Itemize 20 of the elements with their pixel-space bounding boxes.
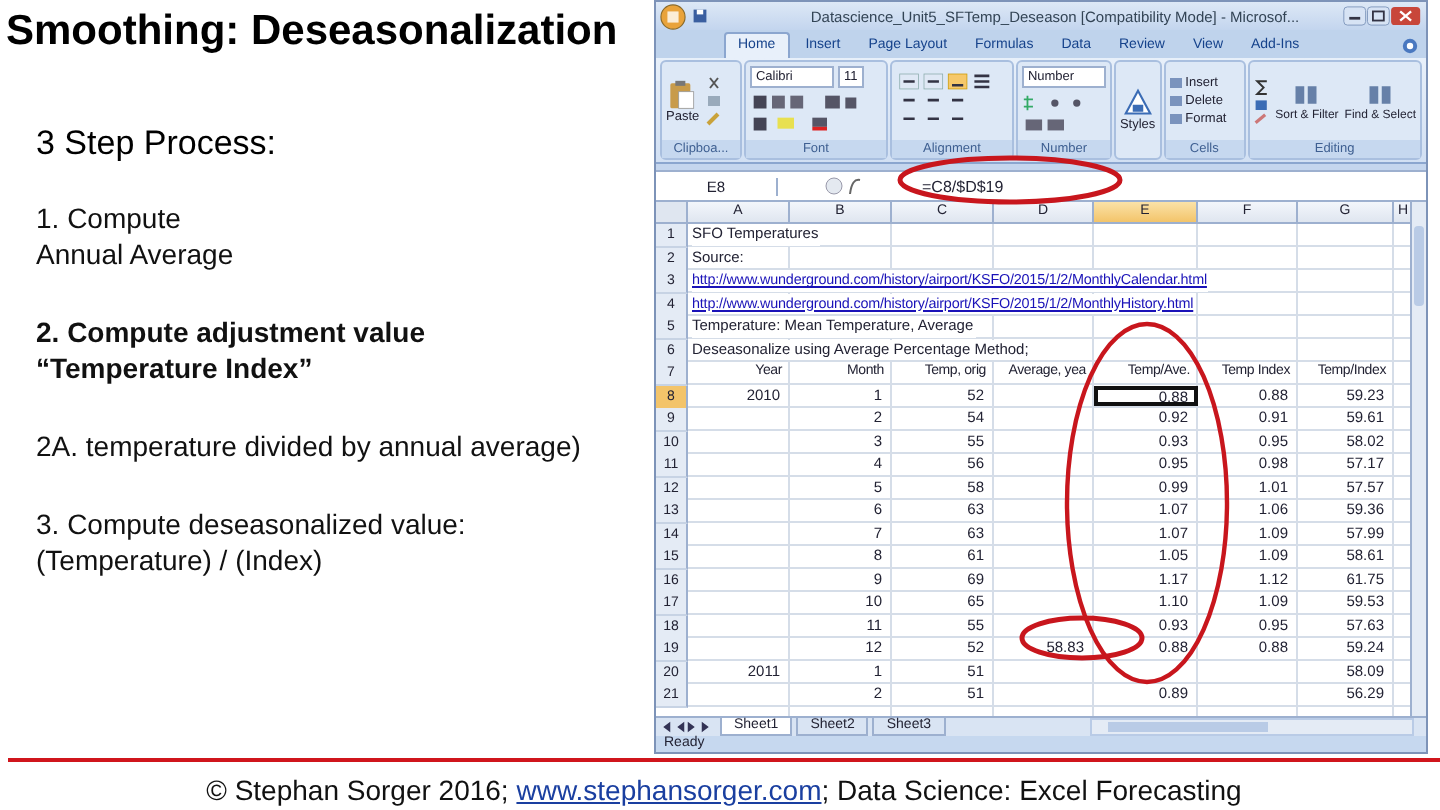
footer-text: © Stephan Sorger 2016; www.stephansorger.com; Data Science: Excel Forecasting xyxy=(206,774,1242,806)
formula-field[interactable]: =C8/$D$19 xyxy=(910,177,1004,195)
slide-title: Smoothing: Deseasonalization xyxy=(6,8,618,56)
step-text: 3. Compute deseasonalized value: (Temperature) / (Index) xyxy=(36,506,468,578)
save-icon[interactable] xyxy=(692,8,708,24)
help-icon[interactable] xyxy=(1402,38,1418,54)
slide-heading: 3 Step Process: xyxy=(36,124,279,164)
step-text: 2. Compute adjustment value “Temperature Index” xyxy=(36,314,427,386)
footer-link[interactable]: www.stephansorger.com xyxy=(516,774,822,806)
scrollbar[interactable] xyxy=(1410,202,1426,716)
horizontal-scrollbar[interactable] xyxy=(1089,718,1414,736)
step-text: 1. Compute Annual Average xyxy=(36,200,236,272)
toolbar-icon xyxy=(1366,80,1395,110)
window-controls-drawing[interactable] xyxy=(1342,6,1422,26)
styles-icon xyxy=(1123,88,1152,118)
office-button-icon[interactable] xyxy=(660,3,686,29)
step-text: 2A. temperature divided by annual average) xyxy=(36,428,583,464)
toolbar-icon xyxy=(1292,80,1321,110)
clipboard-tools-drawing[interactable] xyxy=(705,73,722,129)
clipboard-icon xyxy=(668,79,697,109)
